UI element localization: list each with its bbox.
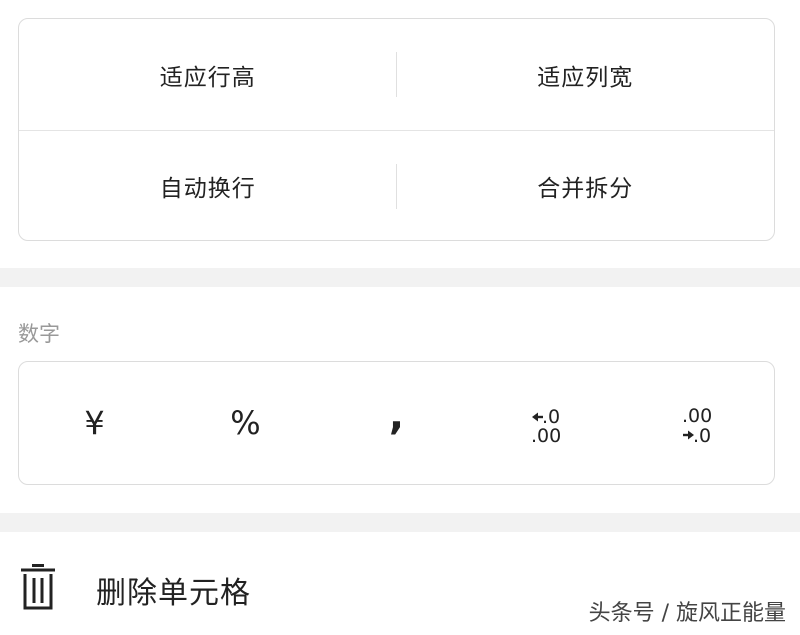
wrap-text-button[interactable]: 自动换行 <box>19 131 397 241</box>
number-format-card: ¥ % , .0 .00 .00 .0 <box>18 361 775 485</box>
format-options-card: 适应行高 适应列宽 自动换行 合并拆分 <box>18 18 775 241</box>
increase-decimal-icon: .0 .00 <box>531 406 561 444</box>
increase-decimal-bottom: .00 <box>531 425 561 444</box>
section-separator <box>0 268 800 287</box>
currency-format-button[interactable]: ¥ <box>19 362 170 484</box>
cell-format-panel: 适应行高 适应列宽 自动换行 合并拆分 数字 ¥ % , .0 .00 .00 … <box>0 0 800 635</box>
decrease-decimal-button[interactable]: .00 .0 <box>623 362 774 484</box>
currency-icon: ¥ <box>84 404 105 442</box>
fit-row-height-button[interactable]: 适应行高 <box>19 19 397 130</box>
percent-icon: % <box>230 404 261 442</box>
merge-split-button[interactable]: 合并拆分 <box>397 131 775 241</box>
decrease-decimal-bottom: .0 <box>693 425 711 444</box>
fit-column-width-button[interactable]: 适应列宽 <box>397 19 775 130</box>
trash-icon <box>21 564 55 610</box>
delete-cell-label: 删除单元格 <box>96 576 251 611</box>
watermark: 头条号 / 旋风正能量 <box>588 601 786 626</box>
divider <box>396 52 397 97</box>
format-row-2: 自动换行 合并拆分 <box>19 130 774 241</box>
decrease-decimal-top: .00 <box>682 405 712 427</box>
divider <box>396 164 397 209</box>
increase-decimal-button[interactable]: .0 .00 <box>472 362 623 484</box>
thousands-separator-button[interactable]: , <box>321 362 472 484</box>
section-separator <box>0 513 800 532</box>
percent-format-button[interactable]: % <box>170 362 321 484</box>
delete-cell-button[interactable]: 删除单元格 头条号 / 旋风正能量 <box>0 532 800 635</box>
number-section-label: 数字 <box>18 322 60 346</box>
comma-icon: , <box>388 393 405 439</box>
decrease-decimal-icon: .00 .0 <box>682 405 712 444</box>
format-row-1: 适应行高 适应列宽 <box>19 19 774 130</box>
